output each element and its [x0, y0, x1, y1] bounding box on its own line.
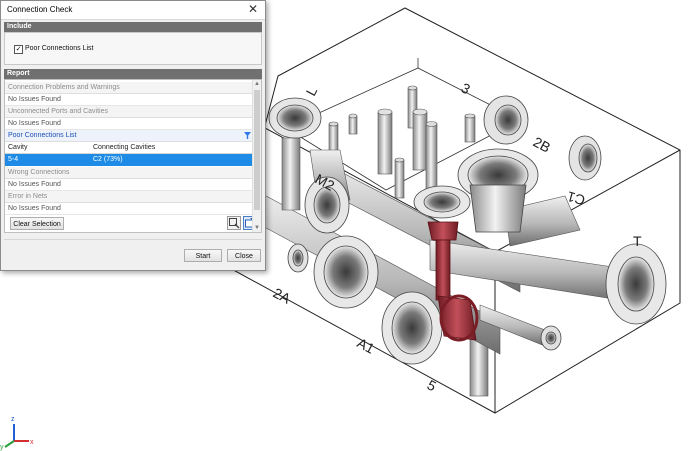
scrollbar-thumb[interactable]	[254, 90, 260, 210]
group-poor-connections[interactable]: Poor Connections List	[5, 130, 254, 142]
close-button[interactable]: Close	[227, 249, 261, 262]
close-icon[interactable]: ✕	[246, 2, 260, 16]
poor-connections-checkbox[interactable]: ✓	[14, 45, 23, 54]
group-wrong-connections[interactable]: Wrong Connections	[5, 167, 254, 179]
group-connection-problems[interactable]: Connection Problems and Warnings	[5, 82, 254, 94]
group-status: No Issues Found	[5, 118, 254, 130]
axis-triad: z x y	[0, 416, 34, 451]
report-scrollbar[interactable]: ▲ ▼	[252, 80, 261, 232]
include-panel: ✓ Poor Connections List	[4, 32, 262, 65]
divider	[4, 239, 262, 240]
start-button[interactable]: Start	[184, 249, 222, 262]
status-text: No Issues Found	[8, 96, 61, 103]
zoom-to-icon	[229, 218, 240, 229]
scroll-down-icon[interactable]: ▼	[253, 224, 261, 232]
status-text: No Issues Found	[8, 181, 61, 188]
group-status: No Issues Found	[5, 94, 254, 106]
cell-connecting-cavities: C2 (73%)	[93, 156, 123, 163]
table-header-row: Cavity Connecting Cavities	[5, 142, 254, 154]
group-label: Wrong Connections	[8, 169, 70, 176]
label-port-L: L	[303, 84, 321, 99]
cell-cavity: 5-4	[8, 156, 19, 163]
connection-check-dialog: Connection Check ✕ Include ✓ Poor Connec…	[0, 0, 266, 271]
group-label: Unconnected Ports and Cavities	[8, 108, 108, 115]
clear-selection-button[interactable]: Clear Selection	[10, 217, 64, 230]
group-label: Connection Problems and Warnings	[8, 84, 120, 91]
report-list: Connection Problems and Warnings No Issu…	[4, 79, 262, 233]
label-port-2A: 2A	[271, 285, 294, 307]
column-header-cavity[interactable]: Cavity	[8, 142, 27, 154]
group-unconnected-ports[interactable]: Unconnected Ports and Cavities	[5, 106, 254, 118]
label-port-C1: C1	[565, 188, 587, 208]
axis-y-label: y	[0, 444, 4, 451]
label-port-T: T	[633, 233, 642, 249]
status-text: No Issues Found	[8, 120, 61, 127]
group-label: Poor Connections List	[8, 132, 77, 139]
group-label: Error in Nets	[8, 193, 48, 200]
column-header-connecting-cavities[interactable]: Connecting Cavities	[93, 142, 155, 154]
poor-connections-checkbox-label[interactable]: Poor Connections List	[25, 45, 93, 52]
dialog-titlebar[interactable]: Connection Check ✕	[1, 1, 265, 20]
axis-z-label: z	[11, 416, 15, 423]
group-error-in-nets[interactable]: Error in Nets	[5, 191, 254, 203]
label-port-2B: 2B	[531, 134, 554, 156]
table-row[interactable]: 5-4 C2 (73%)	[5, 154, 254, 166]
report-section-header: Report	[4, 69, 262, 79]
dialog-title: Connection Check	[7, 5, 73, 14]
group-status: No Issues Found	[5, 179, 254, 191]
group-status: No Issues Found	[5, 203, 254, 215]
scroll-up-icon[interactable]: ▲	[253, 80, 261, 88]
include-section-header: Include	[4, 22, 262, 32]
axis-x-label: x	[30, 439, 34, 446]
filter-icon[interactable]	[244, 132, 251, 139]
label-port-5: 5	[425, 377, 440, 395]
status-text: No Issues Found	[8, 205, 61, 212]
zoom-to-button[interactable]	[227, 216, 241, 230]
